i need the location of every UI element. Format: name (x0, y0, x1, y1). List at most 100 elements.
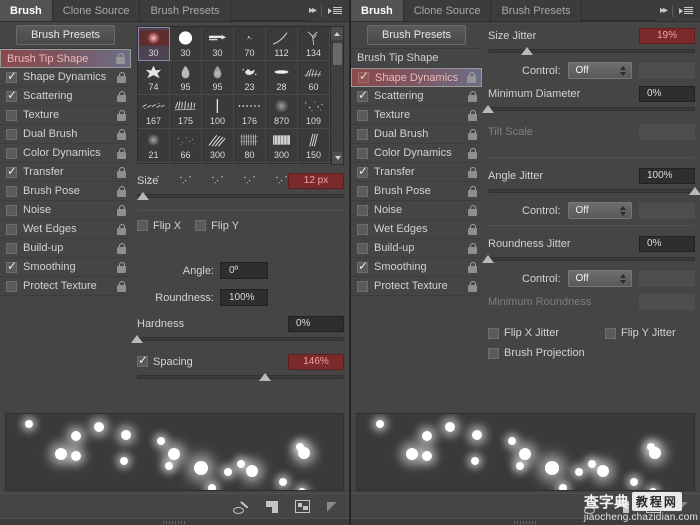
brush-option-texture[interactable]: Texture (351, 106, 482, 125)
brush-grid-scrollbar[interactable] (330, 27, 343, 163)
new-brush-preset-icon[interactable] (264, 499, 281, 515)
brush-thumbnail-cell[interactable]: 30 (138, 27, 170, 61)
brush-option-noise[interactable]: Noise (351, 201, 482, 220)
brush-option-scattering[interactable]: Scattering (351, 87, 482, 106)
brush-thumbnail-cell[interactable]: 150 (298, 129, 330, 163)
brush-option-color-dynamics[interactable]: Color Dynamics (0, 144, 131, 163)
size-value[interactable]: 12 px (288, 172, 344, 189)
roundness-jitter-slider[interactable] (482, 254, 695, 265)
size-slider[interactable] (137, 191, 344, 202)
checkbox-scattering[interactable] (6, 89, 17, 102)
unlocked-padlock-icon[interactable] (468, 204, 478, 216)
brush-thumbnail-cell[interactable]: 300 (266, 129, 298, 163)
unlocked-padlock-icon[interactable] (117, 204, 127, 216)
unlocked-padlock-icon[interactable] (116, 53, 126, 64)
size-control-dropdown[interactable]: Off (567, 62, 632, 79)
unlocked-padlock-icon[interactable] (117, 261, 127, 273)
scroll-up-arrow-icon[interactable] (331, 27, 343, 40)
checkbox-color-dynamics[interactable] (357, 147, 368, 159)
minimum-diameter-slider-thumb[interactable] (482, 105, 494, 113)
unlocked-padlock-icon[interactable] (117, 147, 127, 159)
flip-y-checkbox[interactable] (195, 220, 207, 231)
brush-option-smoothing[interactable]: Smoothing (0, 258, 131, 277)
unlocked-padlock-icon[interactable] (117, 242, 127, 254)
brush-thumbnail-cell[interactable]: 870 (266, 95, 298, 129)
spacing-value[interactable]: 146% (288, 353, 344, 370)
checkbox-wet-edges[interactable] (357, 223, 368, 235)
brush-projection-checkbox[interactable] (488, 347, 499, 359)
brush-option-build-up[interactable]: Build-up (0, 239, 131, 258)
brush-option-dual-brush[interactable]: Dual Brush (351, 125, 482, 144)
double-chevron-right-icon[interactable]: ▸▸ (309, 5, 317, 16)
brush-option-wet-edges[interactable]: Wet Edges (351, 220, 482, 239)
unlocked-padlock-icon[interactable] (468, 280, 478, 292)
checkbox-shape-dynamics[interactable] (6, 70, 17, 83)
brush-toggle-icon[interactable] (233, 499, 250, 515)
brush-thumbnail-cell[interactable]: 30 (170, 27, 202, 61)
roundness-control-extra-field[interactable] (639, 270, 695, 287)
checkbox-transfer[interactable] (6, 165, 17, 178)
brush-thumbnail-cell[interactable]: 23 (234, 61, 266, 95)
hardness-value[interactable]: 0% (288, 315, 344, 332)
brush-thumbnail-cell[interactable]: 30 (202, 27, 234, 61)
spacing-slider-thumb[interactable] (259, 373, 272, 381)
brush-option-protect-texture[interactable]: Protect Texture (351, 277, 482, 296)
checkbox-scattering[interactable] (357, 89, 368, 102)
brush-thumbnail-cell[interactable]: 95 (202, 61, 234, 95)
brush-thumbnail-cell[interactable]: 80 (234, 129, 266, 163)
delete-brush-icon[interactable] (324, 499, 341, 515)
unlocked-padlock-icon[interactable] (117, 128, 127, 140)
angle-jitter-slider[interactable] (488, 186, 700, 197)
brush-toggle-icon[interactable] (584, 499, 601, 515)
brush-thumbnail-cell[interactable]: 95 (170, 61, 202, 95)
checkbox-noise[interactable] (6, 204, 17, 216)
unlocked-padlock-icon[interactable] (117, 185, 127, 197)
checkbox-brush-pose[interactable] (6, 185, 17, 197)
checkbox-texture[interactable] (357, 109, 368, 121)
brush-option-scattering[interactable]: Scattering (0, 87, 131, 106)
unlocked-padlock-icon[interactable] (468, 242, 478, 254)
unlocked-padlock-icon[interactable] (468, 147, 478, 159)
size-jitter-slider[interactable] (488, 46, 695, 57)
roundness-control-dropdown[interactable]: Off (567, 270, 632, 287)
brush-thumbnail-cell[interactable]: 175 (170, 95, 202, 129)
unlocked-padlock-icon[interactable] (468, 128, 478, 140)
unlocked-padlock-icon[interactable] (468, 166, 478, 178)
brush-thumbnail-cell[interactable]: 300 (202, 129, 234, 163)
checkbox-smoothing[interactable] (357, 260, 368, 273)
checkbox-texture[interactable] (6, 109, 17, 121)
checkbox-brush-pose[interactable] (357, 185, 368, 197)
checkbox-smoothing[interactable] (6, 260, 17, 273)
checkbox-protect-texture[interactable] (357, 280, 368, 292)
brush-option-wet-edges[interactable]: Wet Edges (0, 220, 131, 239)
brush-option-texture[interactable]: Texture (0, 106, 131, 125)
flip-x-jitter-checkbox[interactable] (488, 327, 499, 339)
brush-presets-button[interactable]: Brush Presets (366, 25, 467, 45)
flip-y-jitter-checkbox[interactable] (605, 327, 617, 339)
tab-brush[interactable]: Brush (0, 0, 53, 21)
brush-option-brush-tip-shape[interactable]: Brush Tip Shape (0, 49, 131, 68)
tab-brush[interactable]: Brush (351, 0, 404, 21)
unlocked-padlock-icon[interactable] (117, 71, 127, 83)
checkbox-wet-edges[interactable] (6, 223, 17, 235)
tab-brush-presets[interactable]: Brush Presets (491, 0, 582, 21)
brush-thumbnail-cell[interactable]: 176 (234, 95, 266, 129)
unlocked-padlock-icon[interactable] (468, 90, 478, 102)
hardness-slider-thumb[interactable] (131, 335, 143, 343)
spacing-slider[interactable] (137, 372, 344, 383)
scroll-down-arrow-icon[interactable] (331, 152, 344, 165)
minimum-diameter-slider[interactable] (482, 104, 695, 115)
hardness-slider[interactable] (131, 334, 344, 345)
panel-resize-grip-left[interactable] (0, 518, 349, 525)
checkbox-dual-brush[interactable] (6, 128, 17, 140)
checkbox-transfer[interactable] (357, 165, 368, 178)
angle-control-dropdown[interactable]: Off (567, 202, 632, 219)
brush-presets-button[interactable]: Brush Presets (15, 25, 116, 45)
checkbox-shape-dynamics[interactable] (358, 70, 369, 83)
size-jitter-value[interactable]: 19% (639, 27, 695, 44)
tab-clone-source[interactable]: Clone Source (403, 0, 492, 21)
size-slider-thumb[interactable] (137, 192, 150, 200)
brush-option-color-dynamics[interactable]: Color Dynamics (351, 144, 482, 163)
brush-thumbnail-cell[interactable]: 134 (298, 27, 330, 61)
create-new-brush-icon[interactable] (295, 500, 310, 513)
